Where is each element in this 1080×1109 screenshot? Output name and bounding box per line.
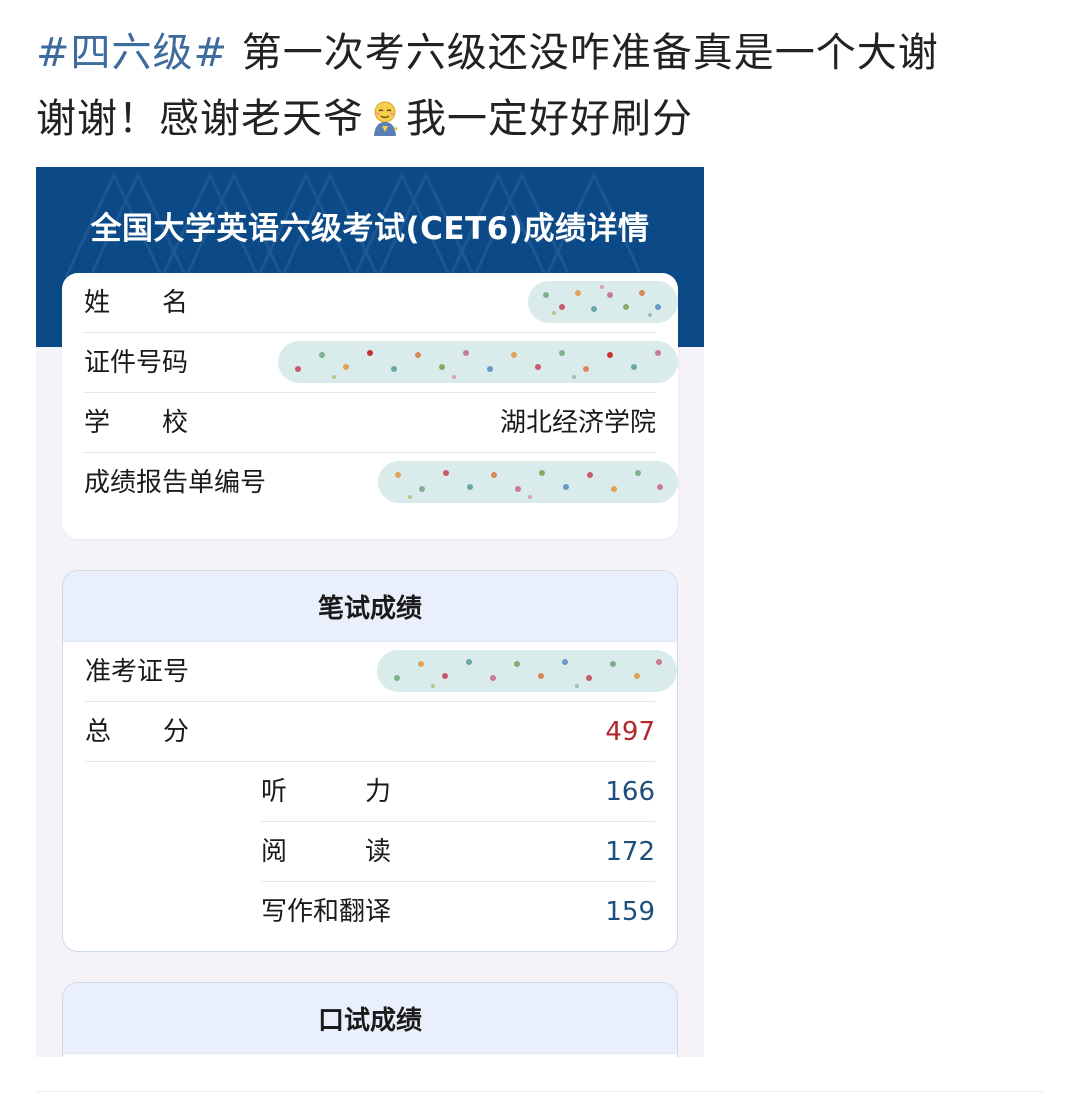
- post-divider: [36, 1091, 1044, 1092]
- personal-info-card: 姓 名 证件号码 学 校 湖北经济学院 成绩报告单编号: [62, 273, 678, 539]
- praying-emoji-icon: [366, 92, 404, 136]
- id-number-redaction: [278, 341, 678, 383]
- report-number-row: 成绩报告单编号: [84, 453, 678, 512]
- oral-score-card: 口试成绩: [62, 982, 678, 1057]
- report-number-redaction: [378, 461, 678, 503]
- post-body-line2a: 谢谢！感谢老天爷: [36, 96, 364, 142]
- post-line-1: #四六级# 第一次考六级还没咋准备真是一个大谢: [36, 20, 1036, 86]
- reading-label: 阅 读: [261, 837, 392, 867]
- name-label: 姓 名: [84, 288, 189, 318]
- name-redaction: [528, 281, 678, 323]
- oral-score-heading: 口试成绩: [63, 983, 677, 1054]
- writing-score-row: 写作和翻译 159: [261, 882, 655, 941]
- school-label: 学 校: [84, 408, 189, 438]
- post-line-2: 谢谢！感谢老天爷 我一定好好刷分: [36, 86, 1036, 152]
- reading-score-value: 172: [605, 837, 655, 867]
- post-text: #四六级# 第一次考六级还没咋准备真是一个大谢 谢谢！感谢老天爷 我一定好好刷分: [36, 20, 1036, 152]
- written-score-card: 笔试成绩 准考证号 总 分 497 听 力 166 阅 读 172 写作和翻译 …: [62, 570, 678, 952]
- ticket-number-row: 准考证号: [85, 642, 677, 702]
- writing-score-value: 159: [605, 897, 655, 927]
- post-body-line1: 第一次考六级还没咋准备真是一个大谢: [228, 30, 939, 76]
- total-score-value: 497: [605, 717, 655, 747]
- id-number-label: 证件号码: [84, 348, 189, 378]
- reading-score-row: 阅 读 172: [261, 822, 655, 882]
- listening-label: 听 力: [261, 777, 392, 807]
- score-page-title: 全国大学英语六级考试(CET6)成绩详情: [90, 211, 650, 247]
- listening-score-value: 166: [605, 777, 655, 807]
- writing-translation-label: 写作和翻译: [261, 897, 392, 927]
- hashtag-link[interactable]: #四六级#: [36, 30, 228, 76]
- school-row: 学 校 湖北经济学院: [84, 393, 656, 453]
- total-score-row: 总 分 497: [85, 702, 655, 762]
- total-score-label: 总 分: [85, 717, 190, 747]
- id-number-row: 证件号码: [84, 333, 678, 393]
- ticket-number-redaction: [377, 650, 677, 692]
- school-value: 湖北经济学院: [499, 408, 656, 438]
- score-screenshot[interactable]: 全国大学英语六级考试(CET6)成绩详情 姓 名 证件号码 学 校 湖北经济学院…: [36, 167, 704, 1057]
- name-row: 姓 名: [84, 273, 678, 333]
- listening-score-row: 听 力 166: [261, 762, 655, 822]
- ticket-number-label: 准考证号: [85, 657, 190, 687]
- written-score-heading: 笔试成绩: [63, 571, 677, 642]
- report-number-label: 成绩报告单编号: [84, 468, 267, 498]
- post-body-line2b: 我一定好好刷分: [406, 96, 693, 142]
